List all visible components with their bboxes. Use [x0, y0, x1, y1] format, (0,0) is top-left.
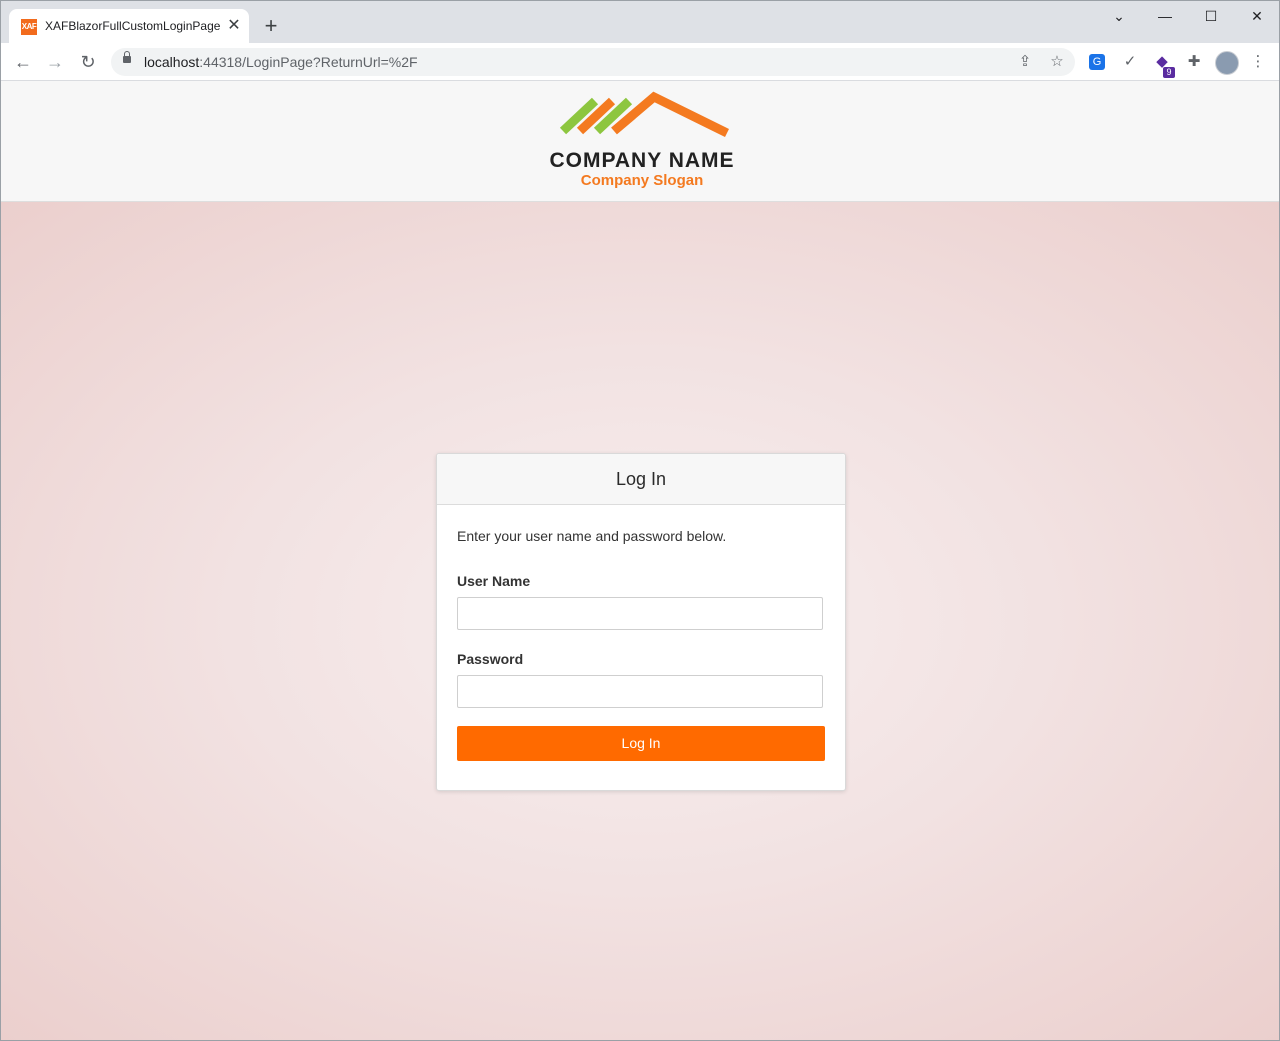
browser-window: XAF XAFBlazorFullCustomLoginPage ✕ + ⌄ —…	[0, 0, 1280, 1041]
tab-strip: XAF XAFBlazorFullCustomLoginPage ✕ + ⌄ —…	[1, 1, 1279, 43]
back-button[interactable]: ←	[10, 49, 36, 75]
username-input[interactable]	[457, 597, 823, 630]
login-background: Log In Enter your user name and password…	[1, 202, 1279, 1040]
maximize-button[interactable]: ☐	[1188, 5, 1234, 29]
minimize-button[interactable]: —	[1142, 5, 1188, 29]
extensions-puzzle-icon[interactable]: ✚	[1184, 52, 1204, 72]
tab-title: XAFBlazorFullCustomLoginPage	[45, 19, 221, 33]
browser-toolbar: ← → ↻ localhost:44318/LoginPage?ReturnUr…	[1, 43, 1279, 81]
address-bar[interactable]: localhost:44318/LoginPage?ReturnUrl=%2F …	[111, 48, 1075, 76]
login-card: Log In Enter your user name and password…	[436, 453, 846, 791]
lock-icon[interactable]	[123, 51, 131, 63]
tab-close-icon[interactable]: ✕	[225, 17, 243, 35]
tab-search-icon[interactable]: ⌄	[1096, 5, 1142, 29]
share-icon[interactable]: ⇪	[1015, 52, 1035, 72]
check-extension-icon[interactable]: ✓	[1120, 52, 1140, 72]
company-slogan: Company Slogan	[580, 172, 704, 189]
company-logo: COMPANY NAME Company Slogan	[539, 91, 745, 191]
profile-avatar[interactable]	[1215, 51, 1239, 75]
login-button[interactable]: Log In	[457, 726, 825, 761]
bookmark-star-icon[interactable]: ☆	[1047, 52, 1067, 72]
login-instructions: Enter your user name and password below.	[457, 528, 727, 544]
forward-button[interactable]: →	[42, 49, 68, 75]
xaf-favicon-icon: XAF	[21, 19, 37, 35]
roof-logo-icon	[559, 91, 729, 138]
close-window-button[interactable]: ✕	[1234, 5, 1279, 29]
url-path: :44318/LoginPage?ReturnUrl=%2F	[199, 54, 418, 70]
browser-tab[interactable]: XAF XAFBlazorFullCustomLoginPage ✕	[9, 9, 249, 43]
site-header: COMPANY NAME Company Slogan	[1, 81, 1279, 202]
username-label: User Name	[457, 573, 531, 589]
password-label: Password	[457, 651, 524, 667]
login-card-header: Log In	[437, 454, 845, 505]
url-host: localhost	[144, 54, 200, 70]
browser-menu-icon[interactable]: ⋮	[1248, 52, 1268, 72]
page: COMPANY NAME Company Slogan Log In Enter…	[1, 81, 1279, 1040]
new-tab-button[interactable]: +	[259, 15, 283, 39]
url-text[interactable]: localhost:44318/LoginPage?ReturnUrl=%2F	[144, 54, 418, 70]
company-name: COMPANY NAME	[549, 149, 735, 172]
reload-button[interactable]: ↻	[75, 49, 101, 75]
login-title: Log In	[615, 469, 667, 489]
password-input[interactable]	[457, 675, 823, 708]
translate-extension-icon[interactable]: G	[1089, 54, 1105, 70]
extension-badge: 9	[1163, 67, 1175, 78]
